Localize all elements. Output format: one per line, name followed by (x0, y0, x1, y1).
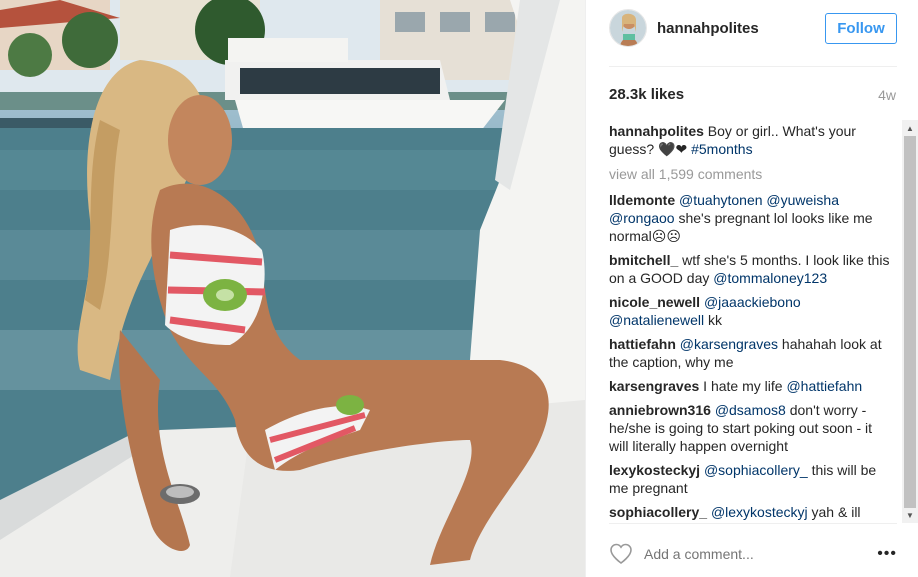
post-author-username[interactable]: hannahpolites (657, 20, 825, 37)
comments-scrollbar[interactable]: ▲ ▼ (902, 120, 918, 523)
avatar-image (610, 10, 646, 46)
comment-text: kk (704, 312, 723, 328)
comment-username[interactable]: anniebrown316 (609, 402, 711, 418)
post-image (0, 0, 585, 577)
comment-username[interactable]: karsengraves (609, 378, 699, 394)
caption-emoji: 🖤❤ (658, 141, 688, 157)
header-divider (609, 66, 897, 67)
comment-item: anniebrown316 @dsamos8 don't worry - he/… (609, 401, 893, 455)
comment-text: I hate my life (699, 378, 787, 394)
comment-mention[interactable]: @sophiacollery_ (704, 462, 808, 478)
comment-item: lexykosteckyj @sophiacollery_ this will … (609, 461, 893, 497)
scroll-down-arrow-icon[interactable]: ▼ (902, 508, 918, 522)
comment-username[interactable]: bmitchell_ (609, 252, 678, 268)
comment-item: bmitchell_ wtf she's 5 months. I look li… (609, 251, 893, 287)
add-comment-input[interactable] (644, 546, 878, 562)
post-age[interactable]: 4w (878, 87, 896, 103)
comment-mention[interactable]: @tuahytonen (679, 192, 763, 208)
post-header: hannahpolites Follow (609, 8, 897, 48)
post-photo[interactable] (0, 0, 585, 577)
comment-footer: ••• (609, 536, 897, 572)
comment-username[interactable]: sophiacollery_ (609, 504, 707, 520)
view-all-comments-link[interactable]: view all 1,599 comments (609, 165, 893, 183)
likes-row: 28.3k likes 4w (609, 86, 896, 103)
comment-item: sophiacollery_ @lexykosteckyj yah & ill (609, 503, 893, 520)
scroll-up-arrow-icon[interactable]: ▲ (902, 121, 918, 135)
comment-mention[interactable]: @natalienewell (609, 312, 704, 328)
comment-mention[interactable]: @yuweisha (766, 192, 839, 208)
comment-mention[interactable]: @dsamos8 (715, 402, 786, 418)
caption: hannahpolites Boy or girl.. What's your … (609, 122, 893, 158)
post-side-panel: hannahpolites Follow 28.3k likes 4w hann… (585, 0, 918, 577)
caption-hashtag[interactable]: #5months (691, 141, 752, 157)
follow-button[interactable]: Follow (825, 12, 897, 44)
likes-count[interactable]: 28.3k likes (609, 86, 684, 103)
comment-mention[interactable]: @tommaloney123 (713, 270, 827, 286)
scrollbar-thumb[interactable] (904, 136, 916, 508)
more-options-icon[interactable]: ••• (877, 545, 897, 563)
comment-text: yah & ill (807, 504, 861, 520)
comment-mention[interactable]: @jaaackiebono (704, 294, 801, 310)
heart-icon[interactable] (609, 542, 633, 566)
comment-mention[interactable]: @hattiefahn (786, 378, 862, 394)
comment-username[interactable]: lexykosteckyj (609, 462, 700, 478)
comments-list[interactable]: hannahpolites Boy or girl.. What's your … (609, 122, 893, 520)
comment-mention[interactable]: @karsengraves (680, 336, 778, 352)
caption-username[interactable]: hannahpolites (609, 123, 704, 139)
comment-item: lldemonte @tuahytonen @yuweisha @rongaoo… (609, 191, 893, 245)
comment-mention[interactable]: @rongaoo (609, 210, 675, 226)
comment-mention[interactable]: @lexykosteckyj (711, 504, 808, 520)
comment-username[interactable]: lldemonte (609, 192, 675, 208)
comment-container: lldemonte @tuahytonen @yuweisha @rongaoo… (609, 191, 893, 520)
comment-item: nicole_newell @jaaackiebono @natalienewe… (609, 293, 893, 329)
comment-item: hattiefahn @karsengraves hahahah look at… (609, 335, 893, 371)
comment-item: karsengraves I hate my life @hattiefahn (609, 377, 893, 395)
comment-username[interactable]: hattiefahn (609, 336, 676, 352)
comment-username[interactable]: nicole_newell (609, 294, 700, 310)
avatar[interactable] (609, 9, 647, 47)
footer-divider (609, 523, 897, 524)
